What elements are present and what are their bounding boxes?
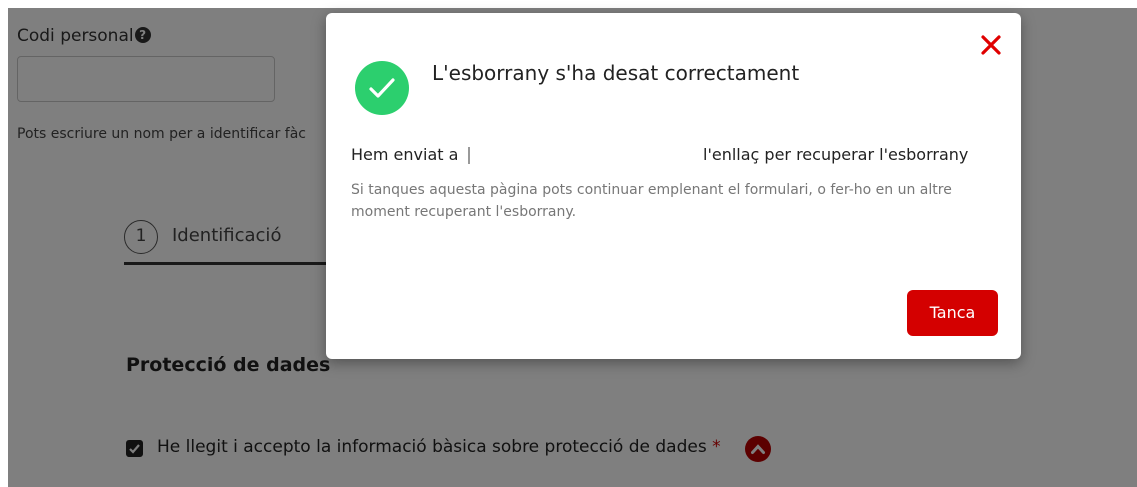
dialog-note: Si tanques aquesta pàgina pots continuar… [351,182,952,220]
sent-message-prefix: Hem enviat a [351,145,459,164]
redacted-email [468,147,470,164]
close-button[interactable] [979,33,1003,57]
page: Codi personal? Pots escriure un nom per … [0,0,1137,487]
frame-top [0,0,1137,8]
draft-saved-dialog: L'esborrany s'ha desat correctament Hem … [326,13,1021,359]
dialog-title: L'esborrany s'ha desat correctament [432,61,800,85]
tanca-button[interactable]: Tanca [907,290,998,336]
sent-message-suffix: l'enllaç per recuperar l'esborrany [703,145,969,164]
check-circle-icon [355,61,409,115]
close-icon [981,35,1001,55]
frame-left [0,0,8,487]
